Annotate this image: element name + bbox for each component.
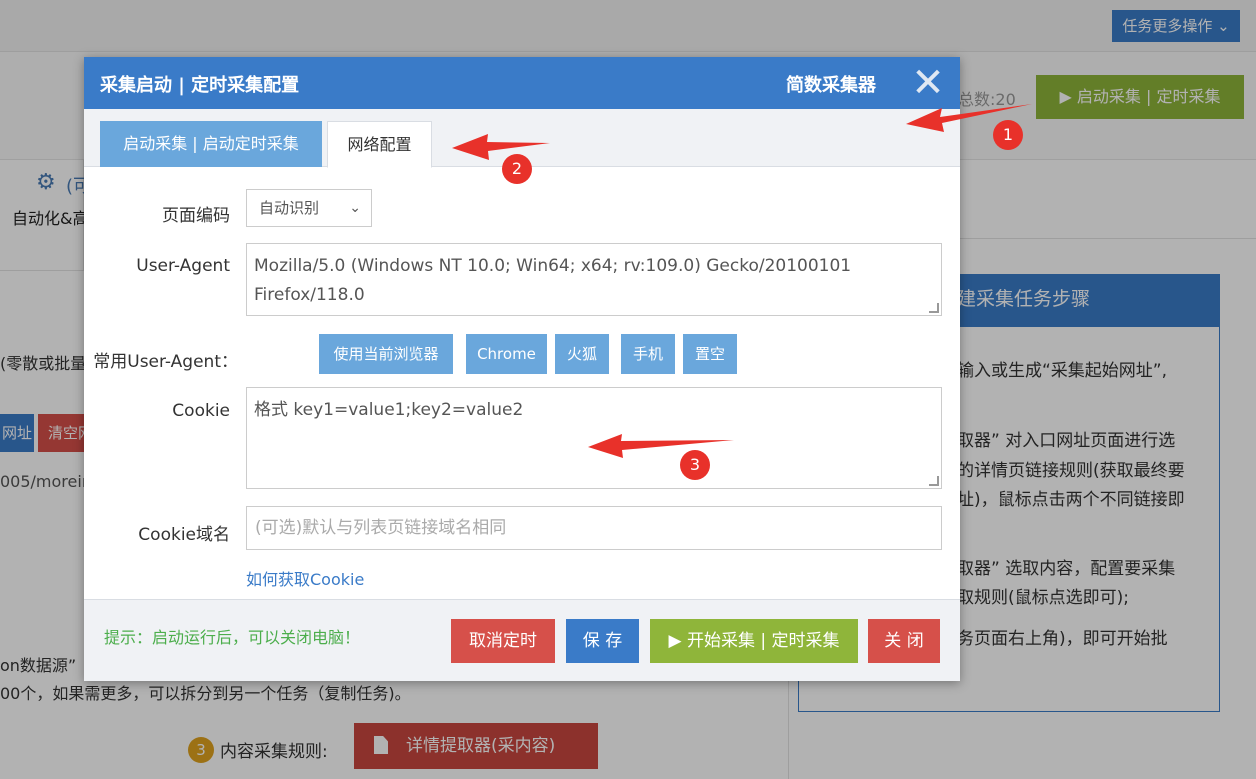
- ua-chrome-button[interactable]: Chrome: [466, 334, 547, 374]
- resize-handle-icon[interactable]: [929, 303, 939, 313]
- common-user-agent-label: 常用User-Agent：: [93, 352, 238, 372]
- annotation-badge-3: 3: [680, 450, 710, 480]
- user-agent-label: User-Agent: [136, 256, 230, 276]
- cookie-label: Cookie: [172, 401, 230, 421]
- dialog-header: 采集启动 | 定时采集配置 简数采集器 ✕: [84, 57, 960, 109]
- ua-clear-button[interactable]: 置空: [683, 334, 737, 374]
- ua-firefox-button[interactable]: 火狐: [555, 334, 609, 374]
- user-agent-textarea[interactable]: Mozilla/5.0 (Windows NT 10.0; Win64; x64…: [246, 243, 942, 316]
- encoding-label: 页面编码: [162, 206, 230, 226]
- ua-current-browser-button[interactable]: 使用当前浏览器: [319, 334, 453, 374]
- footer-tip: 提示：启动运行后，可以关闭电脑！: [104, 628, 361, 647]
- save-button[interactable]: 保 存: [566, 619, 639, 663]
- start-collect-timer-button[interactable]: ▶ 开始采集 | 定时采集: [650, 619, 858, 663]
- cookie-placeholder: 格式 key1=value1;key2=value2: [254, 400, 524, 420]
- cookie-domain-input[interactable]: (可选)默认与列表页链接域名相同: [246, 506, 942, 550]
- user-agent-line-1: Mozilla/5.0 (Windows NT 10.0; Win64; x64…: [254, 256, 852, 276]
- how-to-get-cookie-link[interactable]: 如何获取Cookie: [246, 566, 364, 590]
- annotation-badge-2: 2: [502, 154, 532, 184]
- tab-start-collect[interactable]: 启动采集 | 启动定时采集: [100, 121, 322, 167]
- cookie-domain-label: Cookie域名: [138, 525, 230, 545]
- close-icon[interactable]: ✕: [908, 63, 948, 103]
- dialog-footer: 提示：启动运行后，可以关闭电脑！ 取消定时 保 存 ▶ 开始采集 | 定时采集 …: [84, 599, 960, 681]
- dialog-title: 采集启动 | 定时采集配置: [100, 75, 300, 96]
- annotation-badge-1: 1: [993, 120, 1023, 150]
- brand-name: 简数采集器: [786, 75, 876, 96]
- encoding-select[interactable]: 自动识别 ⌄: [246, 189, 372, 227]
- tab-network-config[interactable]: 网络配置: [327, 121, 432, 168]
- encoding-value: 自动识别: [259, 199, 320, 217]
- resize-handle-icon[interactable]: [929, 476, 939, 486]
- ua-mobile-button[interactable]: 手机: [621, 334, 675, 374]
- cancel-timer-button[interactable]: 取消定时: [451, 619, 555, 663]
- collect-config-dialog: 采集启动 | 定时采集配置 简数采集器 ✕ 启动采集 | 启动定时采集 网络配置…: [84, 57, 960, 681]
- chevron-down-icon: ⌄: [349, 200, 361, 216]
- close-button[interactable]: 关 闭: [868, 619, 940, 663]
- user-agent-line-2: Firefox/118.0: [254, 285, 365, 305]
- cookie-textarea[interactable]: 格式 key1=value1;key2=value2: [246, 387, 942, 489]
